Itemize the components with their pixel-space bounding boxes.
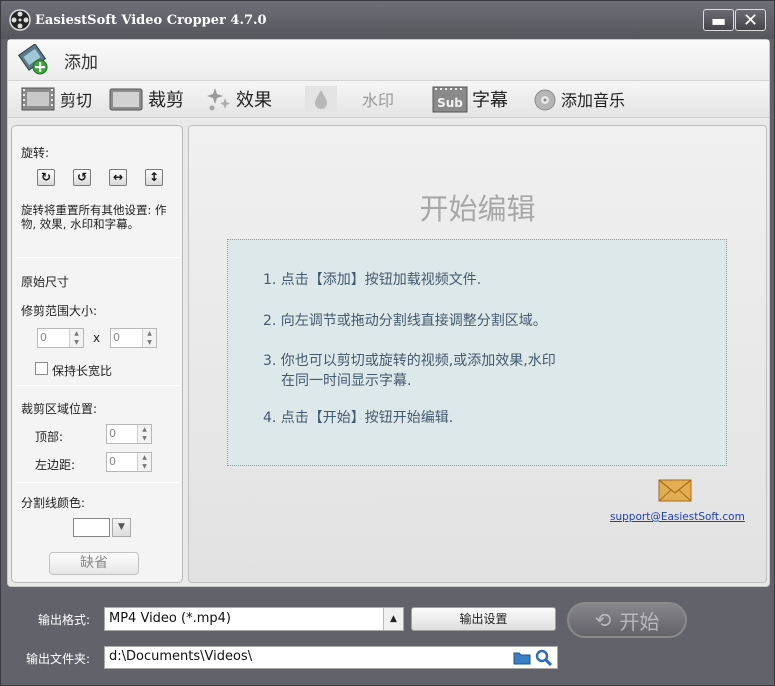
folder-icon[interactable] bbox=[513, 650, 531, 665]
tool-add-music[interactable]: 添加音乐 bbox=[533, 84, 625, 114]
output-folder-label: 输出文件夹: bbox=[26, 652, 91, 666]
output-format-select[interactable]: MP4 Video (*.mp4) ▲ bbox=[104, 607, 404, 631]
divider bbox=[16, 482, 179, 483]
title-bar[interactable]: EasiestSoft Video Cropper 4.7.0 ▬ ✕ bbox=[1, 1, 774, 39]
sparkle-icon bbox=[207, 88, 230, 111]
crop-top-value: 0 bbox=[109, 427, 116, 440]
left-margin-label: 左边距: bbox=[35, 458, 76, 472]
divider bbox=[16, 257, 179, 258]
tool-watermark[interactable]: 水印 bbox=[304, 84, 394, 114]
line-color-dropdown[interactable]: ▼ bbox=[112, 518, 131, 537]
tool-subtitle[interactable]: Sub 字幕 bbox=[432, 84, 508, 114]
crop-screen-icon bbox=[109, 88, 143, 111]
tool-watermark-label: 水印 bbox=[362, 91, 395, 110]
flip-vertical-icon: ↕ bbox=[148, 170, 160, 184]
start-editing-title: 开始编辑 bbox=[419, 192, 536, 226]
search-icon[interactable] bbox=[535, 649, 553, 666]
start-button[interactable]: ⟲ 开始 bbox=[567, 602, 687, 638]
step-1: 1. 点击【添加】按钮加载视频文件. bbox=[263, 272, 482, 288]
support-email-link[interactable]: support@EasiestSoft.com bbox=[610, 511, 745, 523]
tool-crop[interactable]: 裁剪 bbox=[108, 84, 184, 114]
rotate-ccw-button[interactable]: ↺ bbox=[73, 169, 91, 186]
crop-position-label: 裁剪区域位置: bbox=[21, 402, 98, 416]
divider bbox=[16, 385, 179, 386]
keep-ratio-label: 保持长宽比 bbox=[52, 364, 113, 378]
close-icon: ✕ bbox=[742, 10, 759, 31]
film-strip-icon bbox=[21, 87, 55, 111]
tool-effect[interactable]: 效果 bbox=[206, 84, 272, 114]
crop-width-stepper[interactable]: 0 ▲ ▼ bbox=[37, 328, 84, 348]
original-size-option[interactable]: 原始尺寸 bbox=[21, 273, 69, 290]
step-3: 3. 你也可以剪切或旋转的视频,或添加效果,水印 bbox=[263, 353, 556, 369]
times-label: x bbox=[93, 331, 101, 345]
chevron-down-icon: ▼ bbox=[118, 522, 125, 532]
output-folder-field[interactable]: d:\Documents\Videos\ bbox=[104, 646, 558, 669]
envelope-icon bbox=[658, 479, 692, 502]
tool-subtitle-label: 字幕 bbox=[472, 90, 508, 111]
window-title: EasiestSoft Video Cropper 4.7.0 bbox=[35, 13, 267, 28]
stepper-arrows-icon[interactable]: ▲ ▼ bbox=[69, 329, 83, 347]
add-button[interactable]: 添加 bbox=[16, 43, 116, 77]
reset-button[interactable]: 缺省 bbox=[49, 552, 139, 575]
refresh-icon: ⟲ bbox=[594, 608, 612, 632]
add-video-icon bbox=[17, 44, 48, 75]
output-format-label: 输出格式: bbox=[38, 613, 91, 627]
crop-left-value: 0 bbox=[109, 455, 116, 468]
flip-horizontal-button[interactable]: ↔ bbox=[109, 169, 127, 186]
rotate-ccw-icon: ↺ bbox=[76, 170, 88, 184]
instructions-box: 1. 点击【添加】按钮加载视频文件. 2. 向左调节或拖动分割线直接调整分割区域… bbox=[227, 239, 727, 466]
water-drop-icon bbox=[305, 86, 337, 112]
output-settings-button[interactable]: 输出设置 bbox=[411, 607, 556, 631]
stepper-arrows-icon[interactable]: ▲ ▼ bbox=[137, 425, 151, 443]
subtitle-icon: Sub bbox=[432, 86, 468, 113]
crop-height-stepper[interactable]: 0 ▲ ▼ bbox=[110, 328, 157, 348]
rotate-cw-icon: ↻ bbox=[40, 170, 52, 184]
crop-left-stepper[interactable]: 0 ▲ ▼ bbox=[106, 452, 152, 472]
close-button[interactable]: ✕ bbox=[735, 9, 766, 31]
add-bar: 添加 bbox=[8, 40, 769, 81]
add-label: 添加 bbox=[64, 52, 98, 73]
top-label: 顶部: bbox=[35, 430, 64, 444]
svg-text:Sub: Sub bbox=[437, 96, 463, 110]
output-folder-value: d:\Documents\Videos\ bbox=[109, 649, 253, 664]
minimize-button[interactable]: ▬ bbox=[703, 9, 734, 31]
dropdown-arrow-icon[interactable]: ▲ bbox=[383, 608, 403, 630]
stepper-arrows-icon[interactable]: ▲ ▼ bbox=[137, 453, 151, 471]
tool-add-music-label: 添加音乐 bbox=[561, 91, 626, 110]
step-2: 2. 向左调节或拖动分割线直接调整分割区域。 bbox=[263, 313, 547, 329]
app-window: EasiestSoft Video Cropper 4.7.0 ▬ ✕ 添加 剪… bbox=[0, 0, 775, 686]
minimize-icon: ▬ bbox=[710, 11, 727, 30]
stepper-arrows-icon[interactable]: ▲ ▼ bbox=[142, 329, 156, 347]
keep-ratio-checkbox[interactable] bbox=[35, 362, 48, 375]
toolbar: 剪切 裁剪 效果 水印 Sub 字幕 添加音乐 bbox=[8, 81, 769, 118]
film-reel-icon bbox=[9, 9, 31, 31]
rotate-cw-button[interactable]: ↻ bbox=[37, 169, 55, 186]
rotate-label: 旋转: bbox=[21, 146, 50, 160]
crop-size-label: 修剪范围大小: bbox=[21, 304, 98, 318]
tool-trim[interactable]: 剪切 bbox=[20, 84, 92, 114]
line-color-swatch[interactable] bbox=[73, 518, 110, 537]
line-color-label: 分割线颜色: bbox=[21, 496, 86, 510]
tool-trim-label: 剪切 bbox=[60, 91, 93, 110]
flip-vertical-button[interactable]: ↕ bbox=[145, 169, 163, 186]
start-label: 开始 bbox=[619, 609, 660, 634]
settings-panel: 旋转: ↻ ↺ ↔ ↕ 旋转将重置所有其他设置: 作 物, 效果, 水印和字幕。… bbox=[11, 125, 183, 583]
step-3-continued: 在同一时间显示字幕. bbox=[281, 373, 412, 389]
step-4: 4. 点击【开始】按钮开始编辑. bbox=[263, 410, 454, 426]
crop-height-value: 0 bbox=[113, 331, 120, 344]
tool-crop-label: 裁剪 bbox=[148, 90, 184, 111]
main-panel: 添加 剪切 裁剪 效果 水印 Sub 字幕 添加音乐 旋转: ↻ ↺ ↔ ↕ 旋… bbox=[7, 39, 770, 587]
editor-area[interactable]: 开始编辑 1. 点击【添加】按钮加载视频文件. 2. 向左调节或拖动分割线直接调… bbox=[188, 125, 767, 583]
output-format-value: MP4 Video (*.mp4) bbox=[109, 611, 231, 626]
flip-horizontal-icon: ↔ bbox=[112, 170, 124, 184]
music-disc-icon bbox=[534, 89, 556, 111]
output-bar: 输出格式: MP4 Video (*.mp4) ▲ 输出设置 ⟲ 开始 输出文件… bbox=[1, 589, 774, 686]
crop-width-value: 0 bbox=[40, 331, 47, 344]
rotate-note-line2: 物, 效果, 水印和字幕。 bbox=[21, 217, 140, 231]
crop-top-stepper[interactable]: 0 ▲ ▼ bbox=[106, 424, 152, 444]
tool-effect-label: 效果 bbox=[236, 90, 272, 111]
